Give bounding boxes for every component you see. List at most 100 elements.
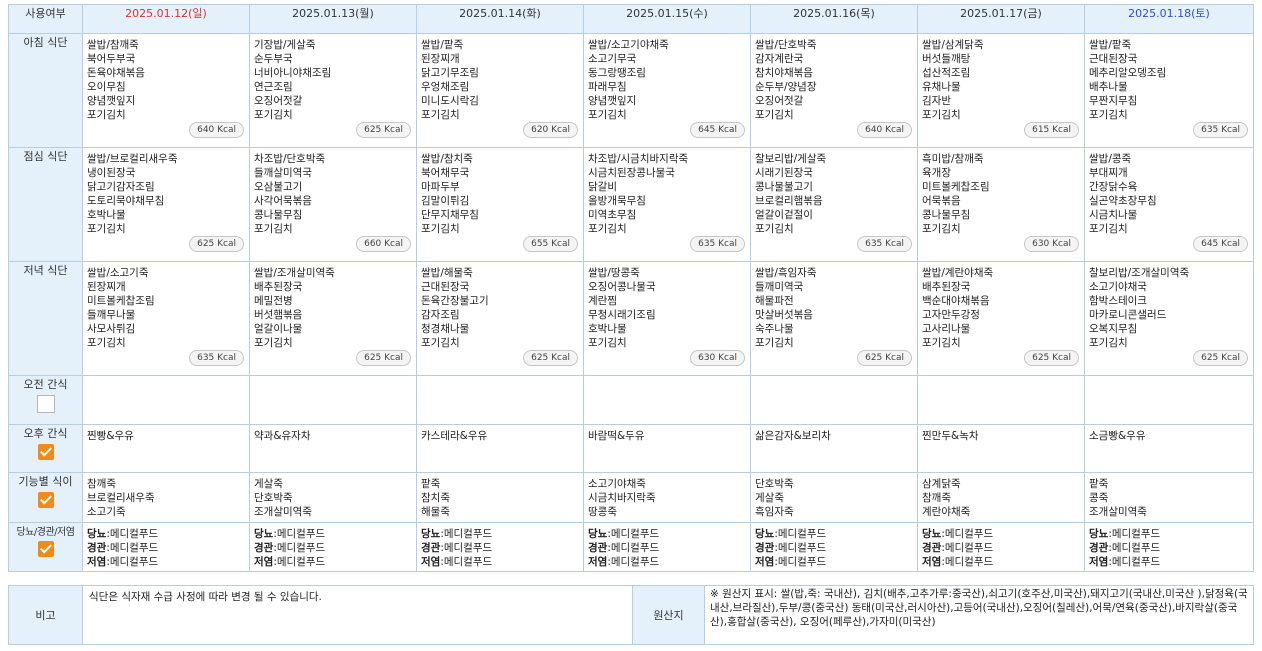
usage-header: 사용여부 (8, 4, 83, 34)
special-items: 당뇨:메디컬푸드 경관:메디컬푸드 저염:메디컬푸드 (588, 528, 660, 568)
breakfast-row-label: 아침 식단 (8, 33, 83, 148)
lunch-row: 점심 식단 쌀밥/브로컬리새우죽 냉이된장국 닭고기감자조림 도토리묵야채무침 … (8, 147, 1254, 262)
special-items: 당뇨:메디컬푸드 경관:메디컬푸드 저염:메디컬푸드 (254, 528, 326, 568)
meal-items: 쌀밥/콩죽 부대찌개 간장닭수육 실곤약초장무침 시금치나물 포기김치 (1089, 153, 1157, 235)
meal-items: 쌀밥/흑임자죽 들깨미역국 해물파전 맛살버섯볶음 숙주나물 포기김치 (755, 267, 817, 349)
am-snack-row-header: 오전 간식 (8, 375, 83, 425)
kcal-badge: 640 Kcal (857, 122, 912, 138)
am-snack-row: 오전 간식 (8, 375, 1254, 425)
meal-cell: 쌀밥/팥죽 근대된장국 메추리알오뎅조림 배추나물 무짠지무침 포기김치 635 … (1084, 33, 1254, 148)
date-header: 2025.01.15(수) (583, 4, 751, 34)
meal-cell: 쌀밥/팥죽 된장찌개 닭고기무조림 우엉채조림 미니도시락김 포기김치 620 K… (416, 33, 584, 148)
special-items: 당뇨:메디컬푸드 경관:메디컬푸드 저염:메디컬푸드 (87, 528, 159, 568)
snack-item: 카스테라&우유 (421, 430, 488, 442)
meal-cell: 쌀밥/참깨죽 북어두부국 돈육야채볶음 오이무침 양념깻잎지 포기김치 640 K… (82, 33, 250, 148)
meal-cell: 차조밥/단호박죽 들깨살미역국 오삼불고기 사각어묵볶음 콩나물무침 포기김치 6… (249, 147, 417, 262)
special-cell: 당뇨:메디컬푸드 경관:메디컬푸드 저염:메디컬푸드 (917, 522, 1085, 572)
meal-cell: 흑미밥/참깨죽 육개장 미트볼케찹조림 어묵볶음 콩나물무침 포기김치 630 K… (917, 147, 1085, 262)
meal-items: 쌀밥/조개살미역죽 배추된장국 메밀전병 버섯햄볶음 얼갈이나물 포기김치 (254, 267, 335, 349)
diet-items: 소고기야채죽 시금치바지락죽 땅콩죽 (588, 478, 656, 518)
date-header-row: 사용여부 2025.01.12(일) 2025.01.13(월) 2025.01… (8, 4, 1254, 34)
diet-cell: 삼계닭죽 참깨죽 계란야채죽 (917, 472, 1085, 523)
meal-items: 쌀밥/해물죽 근대된장국 돈육간장불고기 감자조림 청경채나물 포기김치 (421, 267, 489, 349)
functional-diet-row: 기능별 식이 참깨죽 브로컬리새우죽 소고기죽 게살죽 단호박죽 조개살미역죽 … (8, 472, 1254, 523)
diet-cell: 팥죽 콩죽 조개살미역죽 (1084, 472, 1254, 523)
diet-cell: 참깨죽 브로컬리새우죽 소고기죽 (82, 472, 250, 523)
snack-item: 삶은감자&보리차 (755, 430, 831, 442)
date-header: 2025.01.18(토) (1084, 4, 1254, 34)
snack-cell: 찐만두&녹차 (917, 424, 1085, 473)
meal-cell: 쌀밥/브로컬리새우죽 냉이된장국 닭고기감자조림 도토리묵야채무침 호박나물 포… (82, 147, 250, 262)
snack-cell: 삶은감자&보리차 (750, 424, 918, 473)
am-snack-checkbox[interactable] (36, 395, 55, 413)
special-items: 당뇨:메디컬푸드 경관:메디컬푸드 저염:메디컬푸드 (755, 528, 827, 568)
kcal-badge: 640 Kcal (189, 122, 244, 138)
meal-items: 쌀밥/소고기야채죽 소고기무국 동그랑땡조림 파래무침 양념깻잎지 포기김치 (588, 39, 669, 121)
snack-cell (583, 375, 751, 425)
functional-checkbox[interactable] (37, 492, 54, 508)
meal-cell: 기장밥/게살죽 순두부국 너비아니야채조림 연근조림 오징어젓갈 포기김치 625… (249, 33, 417, 148)
special-cell: 당뇨:메디컬푸드 경관:메디컬푸드 저염:메디컬푸드 (1084, 522, 1254, 572)
meal-cell: 쌀밥/참치죽 북어채무국 마파두부 김말이튀김 단무지채무침 포기김치 655 K… (416, 147, 584, 262)
kcal-badge: 635 Kcal (857, 236, 912, 252)
snack-item: 바람떡&두유 (588, 430, 645, 442)
snack-cell: 찐빵&우유 (82, 424, 250, 473)
meal-items: 쌀밥/팥죽 근대된장국 메추리알오뎅조림 배추나물 무짠지무침 포기김치 (1089, 39, 1167, 121)
meal-items: 찰보리밥/조개살미역죽 소고기야채국 함박스테이크 마카로니콘샐러드 오복지무침… (1089, 267, 1190, 349)
snack-cell (917, 375, 1085, 425)
pm-snack-label: 오후 간식 (23, 427, 68, 440)
snack-cell: 카스테라&우유 (416, 424, 584, 473)
snack-item: 찐만두&녹차 (922, 430, 979, 442)
special-cell: 당뇨:메디컬푸드 경관:메디컬푸드 저염:메디컬푸드 (583, 522, 751, 572)
special-cell: 당뇨:메디컬푸드 경관:메디컬푸드 저염:메디컬푸드 (82, 522, 250, 572)
kcal-badge: 635 Kcal (690, 236, 745, 252)
kcal-badge: 625 Kcal (857, 350, 912, 366)
kcal-badge: 635 Kcal (189, 350, 244, 366)
pm-snack-checkbox[interactable] (37, 444, 54, 460)
special-cell: 당뇨:메디컬푸드 경관:메디컬푸드 저염:메디컬푸드 (249, 522, 417, 572)
diet-items: 게살죽 단호박죽 조개살미역죽 (254, 478, 312, 518)
meal-items: 기장밥/게살죽 순두부국 너비아니야채조림 연근조림 오징어젓갈 포기김치 (254, 39, 332, 121)
breakfast-row: 아침 식단 쌀밥/참깨죽 북어두부국 돈육야채볶음 오이무침 양념깻잎지 포기김… (8, 33, 1254, 148)
meal-items: 쌀밥/계란야채죽 배추된장국 백순대야채볶음 고자만두강정 고사리나물 포기김치 (922, 267, 994, 349)
diet-items: 팥죽 참치죽 해물죽 (421, 478, 450, 518)
special-items: 당뇨:메디컬푸드 경관:메디컬푸드 저염:메디컬푸드 (1089, 528, 1161, 568)
pm-snack-row: 오후 간식 찐빵&우유 약과&유자차 카스테라&우유 바람떡&두유 삶은감자&보… (8, 424, 1254, 473)
meal-cell: 차조밥/시금치바지락죽 시금치된장콩나물국 닭갈비 올방개묵무침 미역초무침 포… (583, 147, 751, 262)
diet-items: 팥죽 콩죽 조개살미역죽 (1089, 478, 1147, 518)
meal-items: 찰보리밥/게살죽 시래기된장국 콩나물불고기 브로컬리햄볶음 얼갈이겉절이 포기… (755, 153, 827, 235)
snack-cell: 소금빵&우유 (1084, 424, 1254, 473)
special-checkbox[interactable] (37, 541, 54, 557)
date-header: 2025.01.12(일) (82, 4, 250, 34)
origin-label: 원산지 (632, 585, 705, 645)
diet-items: 참깨죽 브로컬리새우죽 소고기죽 (87, 478, 155, 518)
notes-table: 비고 식단은 식자재 수급 사정에 따라 변경 될 수 있습니다. 원산지 ※ … (8, 585, 1254, 645)
meal-items: 차조밥/단호박죽 들깨살미역국 오삼불고기 사각어묵볶음 콩나물무침 포기김치 (254, 153, 326, 235)
date-header: 2025.01.14(화) (416, 4, 584, 34)
diet-items: 삼계닭죽 참깨죽 계란야채죽 (922, 478, 971, 518)
kcal-badge: 625 Kcal (356, 122, 411, 138)
note-label: 비고 (8, 585, 83, 645)
meal-cell: 쌀밥/소고기죽 된장찌개 미트볼케찹조림 들깨무나물 사모사튀김 포기김치 635… (82, 261, 250, 376)
weekly-menu-table: 사용여부 2025.01.12(일) 2025.01.13(월) 2025.01… (8, 4, 1254, 572)
meal-cell: 찰보리밥/조개살미역죽 소고기야채국 함박스테이크 마카로니콘샐러드 오복지무침… (1084, 261, 1254, 376)
snack-cell (82, 375, 250, 425)
kcal-badge: 625 Kcal (356, 350, 411, 366)
snack-cell: 약과&유자차 (249, 424, 417, 473)
special-cell: 당뇨:메디컬푸드 경관:메디컬푸드 저염:메디컬푸드 (750, 522, 918, 572)
snack-item: 찐빵&우유 (87, 430, 134, 442)
kcal-badge: 625 Kcal (1193, 350, 1248, 366)
meal-cell: 쌀밥/콩죽 부대찌개 간장닭수육 실곤약초장무침 시금치나물 포기김치 645 K… (1084, 147, 1254, 262)
diet-cell: 소고기야채죽 시금치바지락죽 땅콩죽 (583, 472, 751, 523)
meal-items: 쌀밥/소고기죽 된장찌개 미트볼케찹조림 들깨무나물 사모사튀김 포기김치 (87, 267, 155, 349)
diet-cell: 게살죽 단호박죽 조개살미역죽 (249, 472, 417, 523)
origin-text: ※ 원산지 표시: 쌀(밥,죽: 국내산), 김치(배추,고추가루:중국산),쇠… (710, 588, 1248, 628)
snack-cell (416, 375, 584, 425)
meal-items: 쌀밥/삼계닭죽 버섯들깨탕 섭산적조림 유채나물 김자반 포기김치 (922, 39, 984, 121)
snack-cell (249, 375, 417, 425)
meal-cell: 쌀밥/조개살미역죽 배추된장국 메밀전병 버섯햄볶음 얼갈이나물 포기김치 625… (249, 261, 417, 376)
snack-cell: 바람떡&두유 (583, 424, 751, 473)
special-diet-row: 당뇨/경관/저염 당뇨:메디컬푸드 경관:메디컬푸드 저염:메디컬푸드 당뇨:메디컬… (8, 522, 1254, 572)
origin-cell: ※ 원산지 표시: 쌀(밥,죽: 국내산), 김치(배추,고추가루:중국산),쇠… (704, 585, 1254, 645)
special-items: 당뇨:메디컬푸드 경관:메디컬푸드 저염:메디컬푸드 (421, 528, 493, 568)
